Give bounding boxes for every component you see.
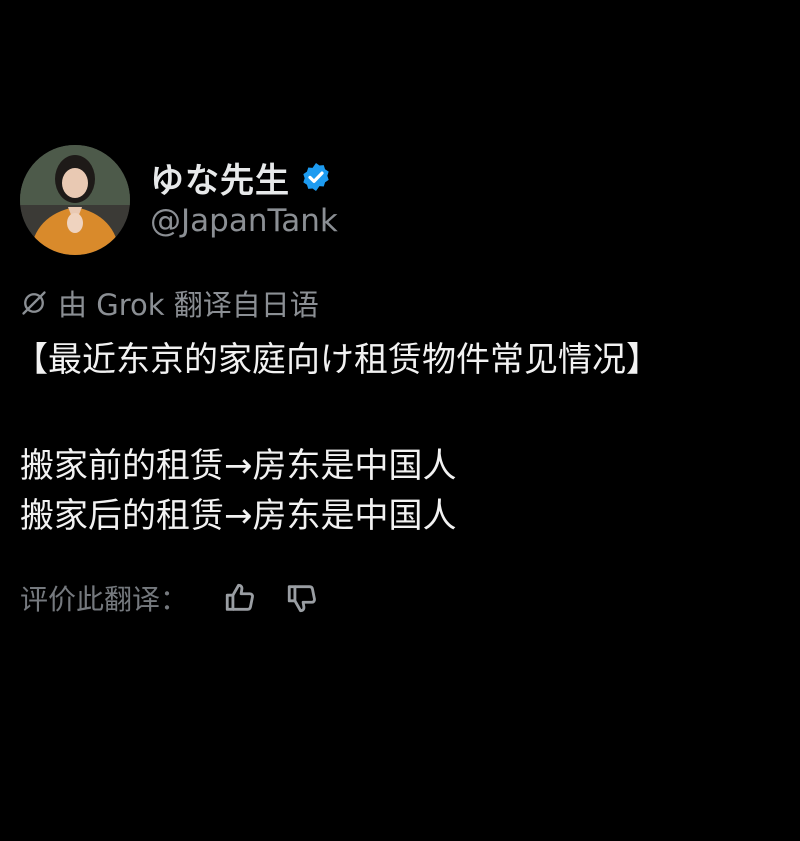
translation-note-text: 由 Grok 翻译自日语	[58, 288, 319, 322]
tweet-line: 搬家前的租赁→房东是中国人	[20, 446, 457, 486]
rate-translation-row: 评价此翻译：	[20, 576, 344, 620]
translation-note[interactable]: 由 Grok 翻译自日语	[20, 283, 319, 323]
thumbs-down-button[interactable]	[282, 578, 322, 618]
thumbs-up-button[interactable]	[220, 578, 260, 618]
thumbs-down-icon	[287, 585, 316, 613]
tweet-line: 【最近东京的家庭向け租赁物件常见情况】	[14, 340, 660, 380]
thumbs-up-icon	[225, 583, 254, 611]
verified-badge-icon	[303, 163, 329, 191]
rate-translation-label: 评价此翻译：	[20, 583, 189, 616]
tweet-body: 【最近东京的家庭向け租赁物件常见情况】 搬家前的租赁→房东是中国人 搬家后的租赁…	[14, 335, 800, 541]
avatar-image	[20, 145, 130, 255]
avatar[interactable]	[20, 145, 130, 255]
author-display-name[interactable]: ゆな先生	[150, 153, 290, 202]
author-name-row: ゆな先生	[150, 153, 332, 202]
author-handle[interactable]: @JapanTank	[150, 203, 338, 239]
tweet-line: 搬家后的租赁→房东是中国人	[20, 496, 457, 536]
grok-icon	[22, 291, 46, 315]
tweet-card: ゆな先生 @JapanTank 由 Grok 翻译自日语 【最近东京的家庭向け租…	[0, 0, 800, 841]
